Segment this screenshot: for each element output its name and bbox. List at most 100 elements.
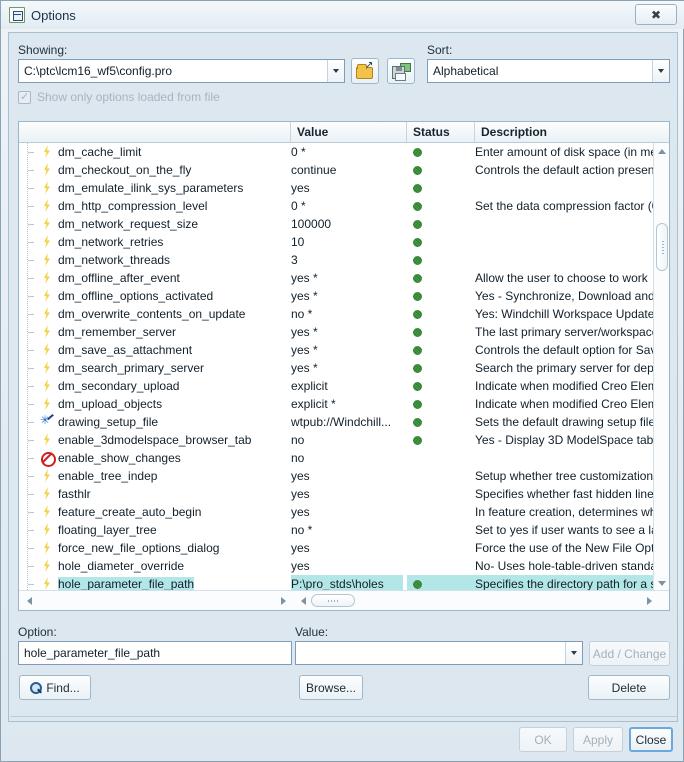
table-row[interactable]: dm_checkout_on_the_fly continue Controls t… [19,161,655,179]
row-name-cell[interactable]: dm_network_retries [19,233,287,251]
table-row[interactable]: dm_secondary_upload explicit Indicate when… [19,377,655,395]
row-name-cell[interactable]: enable_show_changes [19,449,287,467]
horizontal-scrollbar-thumb[interactable] [311,594,355,607]
row-value-cell[interactable]: P:\pro_stds\holes [291,575,403,591]
table-row[interactable]: dm_network_request_size 100000 [19,215,655,233]
row-name-cell[interactable]: dm_offline_options_activated [19,287,287,305]
row-value-cell[interactable]: 3 [291,251,403,269]
row-value-cell[interactable]: yes [291,557,403,575]
showing-combo[interactable]: C:\ptc\lcm16_wf5\config.pro [18,59,345,83]
sort-combo[interactable]: Alphabetical [427,59,670,83]
show-only-loaded-checkbox-row[interactable]: Show only options loaded from file [18,90,220,104]
showing-combo-arrow[interactable] [327,60,344,82]
row-value-cell[interactable]: yes [291,179,403,197]
row-value-cell[interactable]: explicit * [291,395,403,413]
table-row[interactable]: enable_tree_indep yes Setup whether tree c… [19,467,655,485]
row-name-cell[interactable]: fasthlr [19,485,287,503]
ok-button[interactable]: OK [519,727,567,752]
row-value-cell[interactable]: yes [291,485,403,503]
row-name-cell[interactable]: dm_save_as_attachment [19,341,287,359]
row-name-cell[interactable]: enable_3dmodelspace_browser_tab [19,431,287,449]
row-name-cell[interactable]: dm_network_request_size [19,215,287,233]
row-value-cell[interactable]: yes [291,539,403,557]
table-row[interactable]: dm_cache_limit 0 * Enter amount of disk sp… [19,143,655,161]
row-name-cell[interactable]: dm_offline_after_event [19,269,287,287]
column-header-description[interactable]: Description [475,122,669,142]
find-button[interactable]: Find... [19,675,91,700]
row-name-cell[interactable]: dm_search_primary_server [19,359,287,377]
column-header-status[interactable]: Status [407,122,475,142]
row-name-cell[interactable]: dm_checkout_on_the_fly [19,161,287,179]
scroll-up-button[interactable] [654,143,669,159]
table-row[interactable]: fasthlr yes Specifies whether fast hidden … [19,485,655,503]
table-row[interactable]: dm_upload_objects explicit * Indicate when… [19,395,655,413]
window-close-button[interactable]: ✖ [635,4,677,25]
apply-button[interactable]: Apply [573,727,623,752]
table-row[interactable]: enable_3dmodelspace_browser_tab no Yes - D… [19,431,655,449]
option-input[interactable]: hole_parameter_file_path [18,641,292,665]
table-row[interactable]: floating_layer_tree no * Set to yes if use… [19,521,655,539]
scroll-right-button[interactable] [275,591,291,610]
row-name-cell[interactable]: hole_parameter_file_path [19,575,287,591]
show-only-loaded-checkbox[interactable] [18,90,31,104]
table-row[interactable]: force_new_file_options_dialog yes Force th… [19,539,655,557]
table-row[interactable]: dm_offline_options_activated yes * Yes - S… [19,287,655,305]
row-value-cell[interactable]: no [291,449,403,467]
sort-combo-arrow[interactable] [652,60,669,82]
row-name-cell[interactable]: dm_overwrite_contents_on_update [19,305,287,323]
row-value-cell[interactable]: no * [291,521,403,539]
value-combo[interactable] [295,641,583,665]
save-file-button[interactable] [387,58,415,84]
row-value-cell[interactable]: explicit [291,377,403,395]
scroll-right-button-secondary[interactable] [641,591,657,610]
row-name-cell[interactable]: dm_upload_objects [19,395,287,413]
row-name-cell[interactable]: floating_layer_tree [19,521,287,539]
table-row[interactable]: dm_search_primary_server yes * Search the … [19,359,655,377]
row-value-cell[interactable]: yes [291,503,403,521]
delete-button[interactable]: Delete [588,675,670,700]
row-name-cell[interactable]: dm_cache_limit [19,143,287,161]
row-value-cell[interactable]: yes [291,467,403,485]
table-row[interactable]: dm_offline_after_event yes * Allow the use… [19,269,655,287]
row-name-cell[interactable]: dm_network_threads [19,251,287,269]
horizontal-scrollbar[interactable] [19,590,669,610]
row-name-cell[interactable]: drawing_setup_file [19,413,287,431]
row-name-cell[interactable]: dm_remember_server [19,323,287,341]
row-value-cell[interactable]: yes * [291,323,403,341]
table-row[interactable]: dm_overwrite_contents_on_update no * Yes: … [19,305,655,323]
column-header-value[interactable]: Value [291,122,407,142]
table-row[interactable]: dm_network_threads 3 [19,251,655,269]
table-row[interactable]: feature_create_auto_begin yes In feature c… [19,503,655,521]
row-value-cell[interactable]: no * [291,305,403,323]
table-row[interactable]: dm_http_compression_level 0 * Set the data… [19,197,655,215]
row-value-cell[interactable]: 100000 [291,215,403,233]
close-button[interactable]: Close [629,727,673,752]
row-value-cell[interactable]: yes * [291,269,403,287]
row-name-cell[interactable]: hole_diameter_override [19,557,287,575]
row-value-cell[interactable]: 10 [291,233,403,251]
value-combo-arrow[interactable] [565,642,582,664]
table-row[interactable]: drawing_setup_file wtpub://Windchill... Se… [19,413,655,431]
row-name-cell[interactable]: enable_tree_indep [19,467,287,485]
table-row[interactable]: dm_remember_server yes * The last primary … [19,323,655,341]
vertical-scrollbar[interactable] [653,143,669,591]
row-name-cell[interactable]: dm_secondary_upload [19,377,287,395]
vertical-scrollbar-thumb[interactable] [656,223,668,271]
row-value-cell[interactable]: 0 * [291,197,403,215]
row-value-cell[interactable]: yes * [291,341,403,359]
row-value-cell[interactable]: yes * [291,287,403,305]
scroll-down-button[interactable] [654,575,669,591]
row-name-cell[interactable]: feature_create_auto_begin [19,503,287,521]
row-name-cell[interactable]: dm_emulate_ilink_sys_parameters [19,179,287,197]
column-header-name[interactable] [19,122,291,142]
open-file-button[interactable]: ↗ [351,58,379,84]
scroll-left-button[interactable] [21,591,37,610]
table-row[interactable]: enable_show_changes no [19,449,655,467]
table-row[interactable]: dm_emulate_ilink_sys_parameters yes [19,179,655,197]
row-value-cell[interactable]: yes * [291,359,403,377]
add-change-button[interactable]: Add / Change [589,641,670,666]
row-value-cell[interactable]: no [291,431,403,449]
table-row[interactable]: hole_parameter_file_path P:\pro_stds\hole… [19,575,655,591]
scroll-left-button-secondary[interactable] [295,591,311,610]
row-value-cell[interactable]: wtpub://Windchill... [291,413,403,431]
